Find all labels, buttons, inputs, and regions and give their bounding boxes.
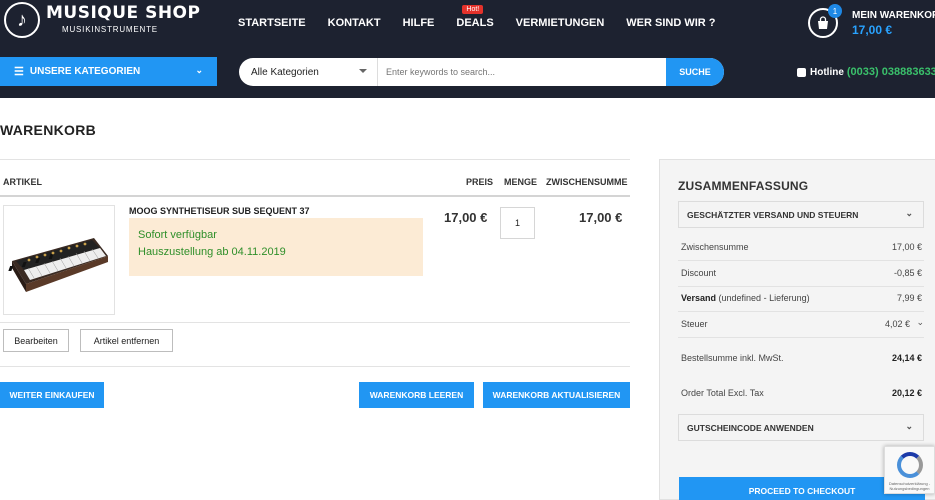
hotline-number[interactable]: (0033) 0388836335: [847, 66, 935, 78]
search-bar: Alle Kategorien SUCHE: [239, 58, 724, 86]
summary-label: Discount: [681, 268, 717, 278]
categories-button[interactable]: ☰ UNSERE KATEGORIEN ⌄: [0, 57, 217, 86]
shipping-tax-toggle[interactable]: GESCHÄTZTER VERSAND UND STEUERN ⌄: [678, 201, 924, 228]
cart-count-badge: 1: [828, 4, 842, 18]
music-note-icon: ♪: [4, 2, 40, 38]
summary-row-shipping: Versand (undefined - Lieferung) 7,99 €: [681, 293, 922, 303]
header-qty: MENGE: [504, 177, 538, 187]
item-subtotal: 17,00 €: [579, 210, 623, 225]
summary-label-bold: Versand: [681, 293, 717, 303]
divider: [678, 260, 924, 261]
logo-title: MUSIQUE SHOP: [46, 3, 201, 23]
nav-kontakt[interactable]: KONTAKT: [328, 17, 381, 29]
divider: [678, 337, 924, 338]
availability-box: Sofort verfügbar Hauszustellung ab 04.11…: [129, 218, 423, 276]
recaptcha-icon: [896, 452, 923, 478]
menu-icon: ☰: [14, 66, 24, 78]
product-name[interactable]: MOOG SYNTHETISEUR SUB SEQUENT 37: [129, 206, 310, 216]
shipping-tax-label: GESCHÄTZTER VERSAND UND STEUERN: [687, 209, 859, 220]
nav-deals-label: DEALS: [456, 17, 494, 29]
nav-vermietungen[interactable]: VERMIETUNGEN: [516, 17, 605, 29]
summary-row-total-incl: Bestellsumme inkl. MwSt. 24,14 €: [681, 353, 922, 363]
remove-item-button[interactable]: Artikel entfernen: [80, 329, 173, 352]
summary-value: 20,12 €: [891, 388, 922, 398]
summary-row-tax[interactable]: Steuer 4,02 € ⌄: [681, 317, 924, 329]
recaptcha-text: Datenschutzerklärung - Nutzungsbedingung…: [888, 481, 931, 491]
divider: [0, 159, 630, 160]
coupon-toggle[interactable]: GUTSCHEINCODE ANWENDEN ⌄: [678, 414, 924, 441]
site-header: ♪ MUSIQUE SHOP MUSIKINSTRUMENTE STARTSEI…: [0, 0, 935, 98]
chevron-down-icon: ⌄: [905, 208, 913, 218]
header-subtotal: ZWISCHENSUMME: [546, 177, 628, 187]
page-title: WARENKORB: [0, 122, 97, 138]
nav-deals[interactable]: Hot! DEALS: [456, 5, 494, 29]
phone-icon: [797, 67, 806, 77]
divider: [0, 322, 630, 323]
summary-label: Order Total Excl. Tax: [681, 388, 764, 398]
recaptcha-badge[interactable]: Datenschutzerklärung - Nutzungsbedingung…: [884, 446, 935, 494]
availability-status: Sofort verfügbar: [138, 229, 217, 241]
search-category-value: Alle Kategorien: [251, 66, 319, 78]
summary-label: Zwischensumme: [681, 242, 749, 252]
main-nav: STARTSEITE KONTAKT HILFE Hot! DEALS VERM…: [238, 5, 738, 29]
site-logo[interactable]: ♪ MUSIQUE SHOP MUSIKINSTRUMENTE: [4, 2, 200, 38]
quantity-input[interactable]: 1: [500, 207, 535, 239]
chevron-down-icon: ⌄: [916, 317, 924, 327]
nav-startseite[interactable]: STARTSEITE: [238, 17, 306, 29]
summary-row-subtotal: Zwischensumme 17,00 €: [681, 242, 922, 252]
nav-hilfe[interactable]: HILFE: [403, 17, 435, 29]
summary-value: 24,14 €: [891, 353, 922, 363]
mini-cart-amount: 17,00 €: [852, 23, 893, 37]
summary-value: 7,99 €: [896, 293, 922, 303]
summary-label: (undefined - Lieferung): [716, 293, 810, 303]
divider: [678, 286, 924, 287]
delivery-date: Hauszustellung ab 04.11.2019: [138, 246, 286, 258]
coupon-label: GUTSCHEINCODE ANWENDEN: [687, 422, 814, 433]
hotline: Hotline (0033) 0388836335: [797, 66, 935, 78]
clear-cart-button[interactable]: WARENKORB LEEREN: [359, 382, 474, 408]
edit-button[interactable]: Bearbeiten: [3, 329, 69, 352]
divider: [0, 195, 630, 197]
chevron-down-icon: ⌄: [905, 421, 913, 431]
shopping-bag-icon: 1: [808, 4, 842, 38]
divider: [0, 366, 630, 367]
search-input[interactable]: [378, 58, 666, 86]
hot-badge: Hot!: [462, 5, 484, 14]
caret-down-icon: [359, 69, 367, 73]
hotline-label: Hotline: [810, 66, 844, 78]
categories-label: UNSERE KATEGORIEN: [29, 66, 141, 77]
mini-cart-title: MEIN WARENKORB: [852, 10, 935, 21]
summary-value: -0,85 €: [893, 268, 922, 278]
mini-cart[interactable]: 1 MEIN WARENKORB 17,00 €: [808, 4, 935, 38]
summary-title: ZUSAMMENFASSUNG: [678, 179, 809, 193]
search-button[interactable]: SUCHE: [666, 58, 724, 86]
continue-shopping-button[interactable]: WEITER EINKAUFEN: [0, 382, 104, 408]
summary-value: 17,00 €: [891, 242, 922, 252]
summary-row-total-excl: Order Total Excl. Tax 20,12 €: [681, 388, 922, 398]
summary-label: Bestellsumme inkl. MwSt.: [681, 353, 784, 363]
nav-wer-sind-wir[interactable]: WER SIND WIR ?: [626, 17, 715, 29]
summary-row-discount: Discount -0,85 €: [681, 268, 922, 278]
product-image[interactable]: [3, 205, 115, 315]
item-price: 17,00 €: [444, 210, 488, 225]
summary-label: Steuer: [681, 319, 708, 329]
search-category-select[interactable]: Alle Kategorien: [239, 58, 378, 86]
logo-subtitle: MUSIKINSTRUMENTE: [62, 25, 158, 34]
update-cart-button[interactable]: WARENKORB AKTUALISIEREN: [483, 382, 630, 408]
divider: [678, 311, 924, 312]
header-item: ARTIKEL: [3, 177, 42, 187]
header-price: PREIS: [466, 177, 494, 187]
chevron-down-icon: ⌄: [195, 65, 203, 75]
summary-value: 4,02 €: [884, 319, 910, 329]
